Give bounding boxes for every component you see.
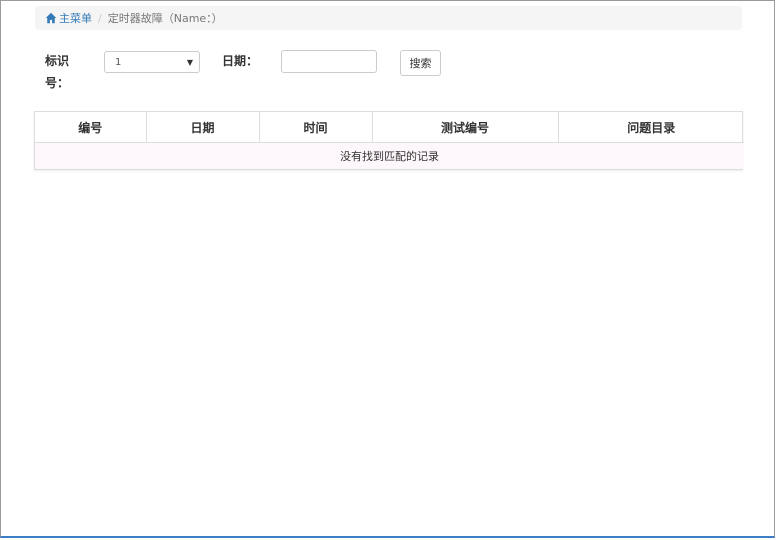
column-header-date[interactable]: 日期 (146, 112, 260, 143)
id-select-value: 1 (115, 56, 122, 68)
breadcrumb: 主菜单 / 定时器故障（Name：） (35, 6, 742, 30)
date-input[interactable] (281, 50, 377, 73)
table-header-row: 编号 日期 时间 测试编号 问题目录 (35, 112, 744, 143)
window-frame (0, 0, 775, 538)
column-header-issue-category[interactable]: 问题目录 (558, 112, 744, 143)
records-table: 编号 日期 时间 测试编号 问题目录 没有找到匹配的记录 (34, 111, 744, 170)
breadcrumb-current: 定时器故障（Name：） (107, 12, 223, 25)
table-row: 没有找到匹配的记录 (35, 142, 744, 169)
search-button[interactable]: 搜索 (400, 50, 441, 76)
date-label: 日期： (222, 54, 259, 68)
id-label-line2: 号： (45, 76, 70, 90)
home-icon (45, 12, 57, 24)
id-label-line1: 标识 (45, 54, 70, 68)
breadcrumb-home-link[interactable]: 主菜单 (45, 10, 92, 26)
caret-down-icon: ▼ (186, 57, 193, 67)
breadcrumb-separator: / (98, 11, 102, 25)
column-header-time[interactable]: 时间 (259, 112, 373, 143)
column-header-id[interactable]: 编号 (35, 112, 147, 143)
breadcrumb-home-label[interactable]: 主菜单 (59, 10, 92, 26)
empty-message: 没有找到匹配的记录 (35, 142, 744, 169)
id-select[interactable]: 1 ▼ (104, 51, 200, 73)
column-header-test-id[interactable]: 测试编号 (372, 112, 559, 143)
